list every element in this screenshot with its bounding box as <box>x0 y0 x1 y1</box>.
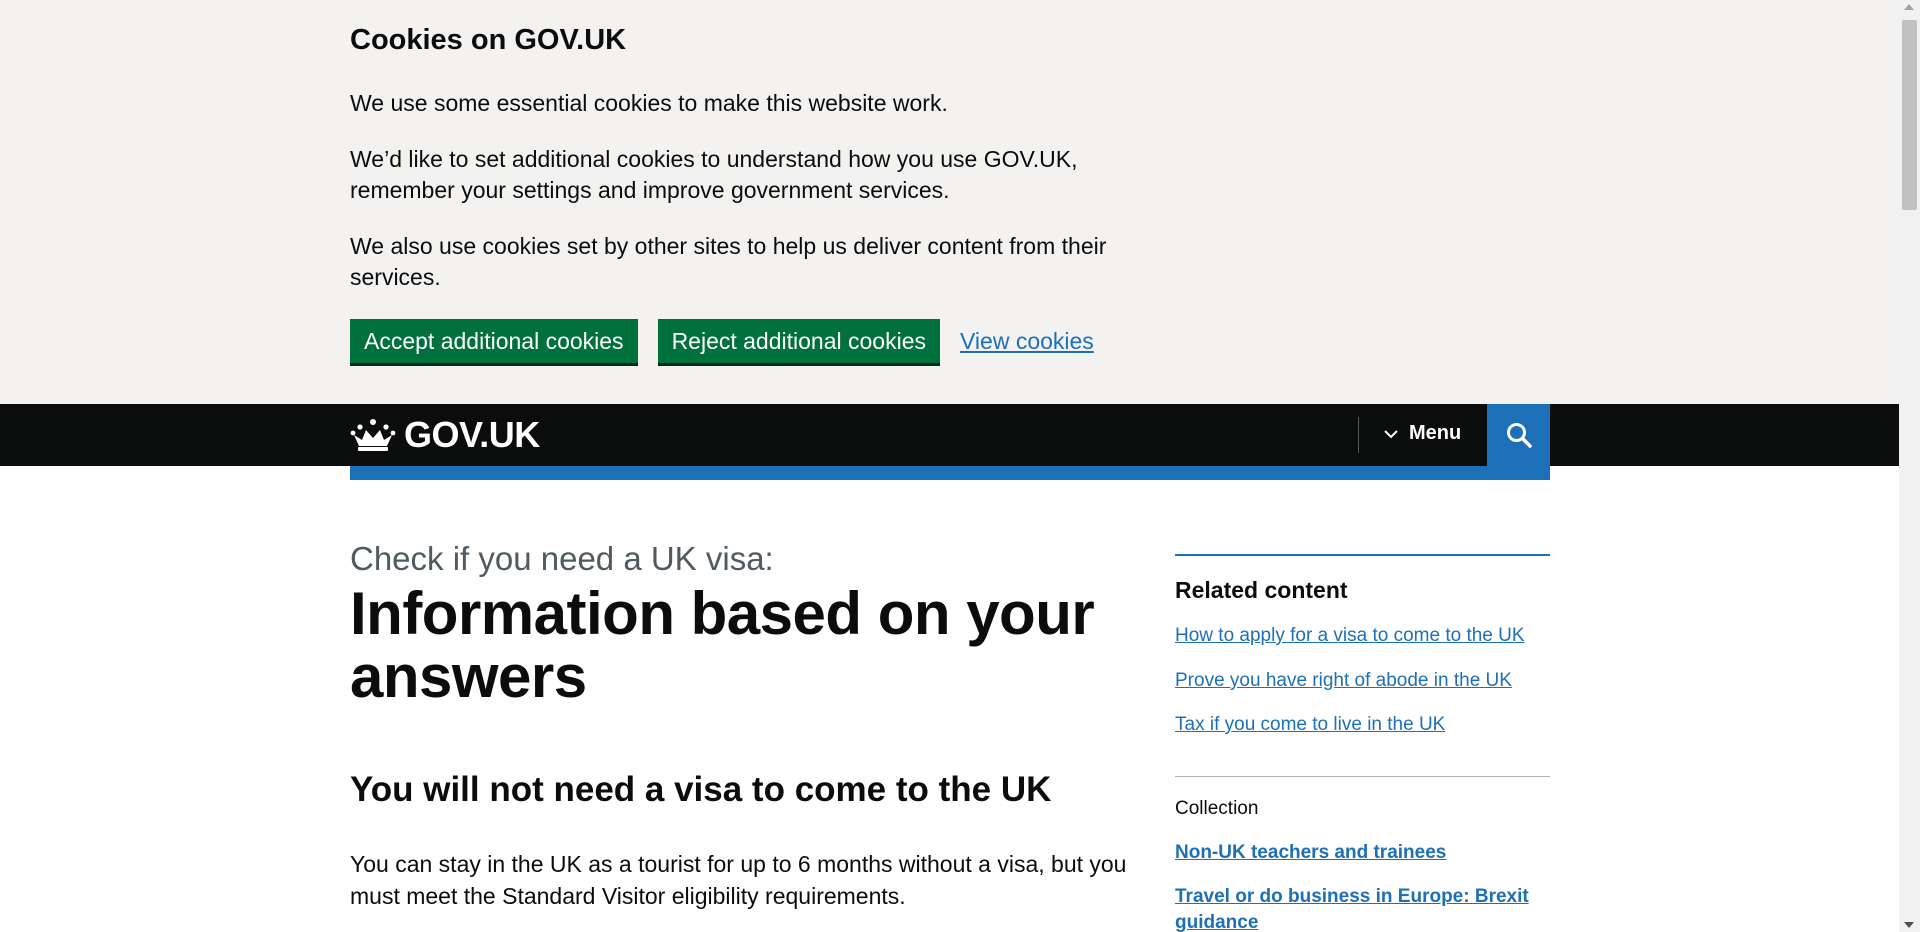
scrollbar-thumb[interactable] <box>1902 20 1917 210</box>
related-content-sidebar: Related content How to apply for a visa … <box>1175 554 1550 932</box>
vertical-scrollbar[interactable] <box>1899 0 1920 932</box>
cookie-text-additional: We’d like to set additional cookies to u… <box>350 146 1078 203</box>
search-icon <box>1506 423 1532 448</box>
scroll-down-arrow-icon[interactable] <box>1904 922 1914 928</box>
page: Cookies on GOV.UK We use some essential … <box>0 0 1899 932</box>
menu-divider <box>1358 417 1359 453</box>
related-content-title: Related content <box>1175 577 1348 603</box>
page-title: Information based on your answers <box>350 580 1095 710</box>
collection-link-teachers[interactable]: Non-UK teachers and trainees <box>1175 840 1550 866</box>
menu-button[interactable]: Menu <box>1383 422 1461 445</box>
site-header: GOV.UK Menu <box>0 404 1899 466</box>
result-body: You can stay in the UK as a tourist for … <box>350 851 1127 909</box>
reject-cookies-button[interactable]: Reject additional cookies <box>657 319 940 363</box>
cookie-text-essential: We use some essential cookies to make th… <box>350 90 948 116</box>
result-heading: You will not need a visa to come to the … <box>350 770 1052 809</box>
page-caption: Check if you need a UK visa: <box>350 540 774 577</box>
related-link-right-of-abode[interactable]: Prove you have right of abode in the UK <box>1175 670 1512 692</box>
cookie-banner: Cookies on GOV.UK We use some essential … <box>0 0 1899 404</box>
scroll-up-arrow-icon[interactable] <box>1904 4 1914 10</box>
view-cookies-link[interactable]: View cookies <box>960 328 1094 355</box>
cookie-banner-title: Cookies on GOV.UK <box>350 24 627 56</box>
collection-label: Collection <box>1175 798 1259 819</box>
accept-cookies-button[interactable]: Accept additional cookies <box>350 319 638 363</box>
sidebar-top-rule <box>1175 554 1550 556</box>
cookie-actions: Accept additional cookies Reject additio… <box>350 319 1094 363</box>
govuk-logo-link[interactable]: GOV.UK <box>350 414 540 456</box>
menu-label: Menu <box>1409 422 1462 444</box>
cookie-text-third-party: We also use cookies set by other sites t… <box>350 233 1107 290</box>
collection-link-brexit[interactable]: Travel or do business in Europe: Brexit … <box>1175 884 1550 932</box>
crown-icon <box>350 419 396 451</box>
logo-text: GOV.UK <box>404 414 540 455</box>
chevron-down-icon <box>1384 429 1398 438</box>
related-link-apply-visa[interactable]: How to apply for a visa to come to the U… <box>1175 625 1525 647</box>
sidebar-divider <box>1175 776 1550 777</box>
related-link-tax[interactable]: Tax if you come to live in the UK <box>1175 714 1445 736</box>
search-button[interactable] <box>1487 404 1550 466</box>
header-blue-bar <box>350 466 1550 480</box>
